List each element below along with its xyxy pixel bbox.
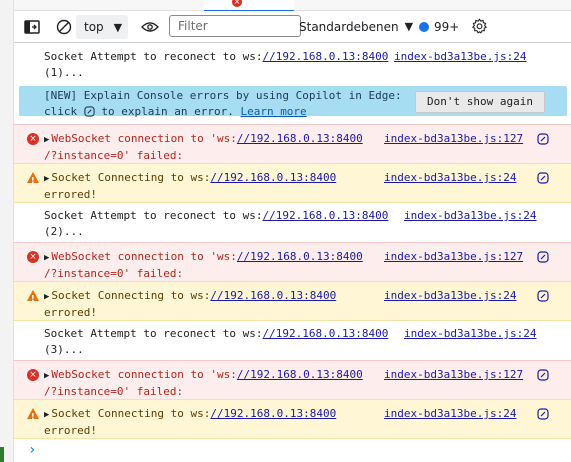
copilot-icon[interactable] [537,251,549,263]
banner-text: [NEW] Explain Console errors by using Co… [44,89,402,118]
message-text: ▶ WebSocket connection to 'ws://192.168.0… [44,132,363,162]
source-link[interactable]: index-bd3a13be.js:24 [384,170,516,186]
message-text: ▶ Socket Connecting to ws://192.168.0.13:… [44,407,337,437]
activity-bar [0,0,14,462]
console-error-message: × ▶ WebSocket connection to 'ws://192.168… [14,124,571,164]
source-link[interactable]: index-bd3a13be.js:127 [384,367,523,383]
warning-triangle-icon [27,290,39,307]
source-link[interactable]: index-bd3a13be.js:24 [404,208,536,224]
warning-triangle-icon [27,408,39,425]
context-selector[interactable]: top ▼ [76,15,128,39]
devtools-tab-strip: × [14,0,571,12]
issues-count: 99+ [434,19,460,34]
expand-triangle-icon[interactable]: ▶ [44,410,49,420]
console-toolbar: top ▼ Standardebenen ▼ 99+ [14,11,571,43]
copilot-icon [84,106,95,117]
copilot-banner: [NEW] Explain Console errors by using Co… [19,86,567,118]
context-label: top [84,20,104,34]
console-message: Socket Attempt to reconect to ws://192.1… [14,202,571,240]
message-url-link[interactable]: //192.168.0.13:8400 [263,50,389,63]
chevron-down-icon: ▼ [113,20,123,34]
console-message: Socket Attempt to reconect to ws://192.1… [14,43,571,86]
message-url-link[interactable]: //192.168.0.13:8400 [237,132,363,145]
message-url-link[interactable]: //192.168.0.13:8400 [263,327,389,340]
activity-accent [0,447,4,462]
source-link[interactable]: index-bd3a13be.js:24 [384,406,516,422]
source-link[interactable]: index-bd3a13be.js:127 [384,131,523,147]
source-link[interactable]: index-bd3a13be.js:24 [384,288,516,304]
console-error-message: × ▶ WebSocket connection to 'ws://192.168… [14,360,571,400]
message-text: ▶ Socket Connecting to ws://192.168.0.13:… [44,171,337,201]
clear-console-button[interactable] [52,11,76,42]
console-warning-message: ▶Socket Connecting to ws://192.168.0.13:… [14,281,571,321]
console-warning-message: ▶Socket Connecting to ws://192.168.0.13:… [14,399,571,439]
eye-icon [141,21,159,32]
expand-triangle-icon[interactable]: ▶ [44,253,49,263]
expand-triangle-icon[interactable]: ▶ [44,292,49,302]
message-text: Socket Attempt to reconect to ws://192.1… [44,327,389,356]
error-circle-icon: × [27,251,39,263]
copilot-icon[interactable] [537,290,549,302]
sidebar-toggle-button[interactable] [20,11,44,42]
message-url-link[interactable]: //192.168.0.13:8400 [263,209,389,222]
error-circle-icon: × [27,133,39,145]
source-link[interactable]: index-bd3a13be.js:127 [384,249,523,265]
message-url-link[interactable]: //192.168.0.13:8400 [210,171,336,184]
console-settings-button[interactable] [467,11,491,42]
copilot-icon[interactable] [537,133,549,145]
learn-more-link[interactable]: Learn more [240,105,306,118]
filter-field[interactable] [169,15,301,37]
filter-input[interactable] [176,18,298,34]
warning-triangle-icon [27,172,39,189]
expand-triangle-icon[interactable]: ▶ [44,135,49,145]
issues-icon [419,21,429,32]
console-prompt[interactable]: › [28,442,36,458]
console-output: Socket Attempt to reconect to ws://192.1… [14,43,571,462]
source-link[interactable]: index-bd3a13be.js:24 [394,49,526,65]
copilot-icon[interactable] [537,172,549,184]
console-error-message: × ▶ WebSocket connection to 'ws://192.168… [14,242,571,282]
message-text: Socket Attempt to reconect to ws://192.1… [44,50,389,79]
message-url-link[interactable]: //192.168.0.13:8400 [210,289,336,302]
message-text: ▶ WebSocket connection to 'ws://192.168.0… [44,250,363,280]
sidebar-toggle-icon [24,19,40,34]
message-url-link[interactable]: //192.168.0.13:8400 [237,250,363,263]
dont-show-again-button[interactable]: Don't show again [415,91,545,113]
log-levels-label: Standardebenen [299,19,399,34]
issues-counter[interactable]: 99+ [419,11,459,42]
chevron-down-icon: ▼ [404,20,414,33]
console-warning-message: ▶Socket Connecting to ws://192.168.0.13:… [14,163,571,203]
message-text: ▶ Socket Connecting to ws://192.168.0.13:… [44,289,337,319]
copilot-icon[interactable] [537,369,549,381]
source-link[interactable]: index-bd3a13be.js:24 [404,326,536,342]
log-levels-dropdown[interactable]: Standardebenen ▼ [299,11,413,42]
gear-icon [471,18,487,34]
message-url-link[interactable]: //192.168.0.13:8400 [237,368,363,381]
clear-icon [56,19,72,34]
copilot-icon[interactable] [537,408,549,420]
live-expression-button[interactable] [138,11,162,42]
message-text: ▶ WebSocket connection to 'ws://192.168.0… [44,368,363,398]
error-circle-icon: × [27,369,39,381]
message-url-link[interactable]: //192.168.0.13:8400 [210,407,336,420]
console-message: Socket Attempt to reconect to ws://192.1… [14,320,571,358]
expand-triangle-icon[interactable]: ▶ [44,371,49,381]
message-text: Socket Attempt to reconect to ws://192.1… [44,209,389,238]
expand-triangle-icon[interactable]: ▶ [44,174,49,184]
